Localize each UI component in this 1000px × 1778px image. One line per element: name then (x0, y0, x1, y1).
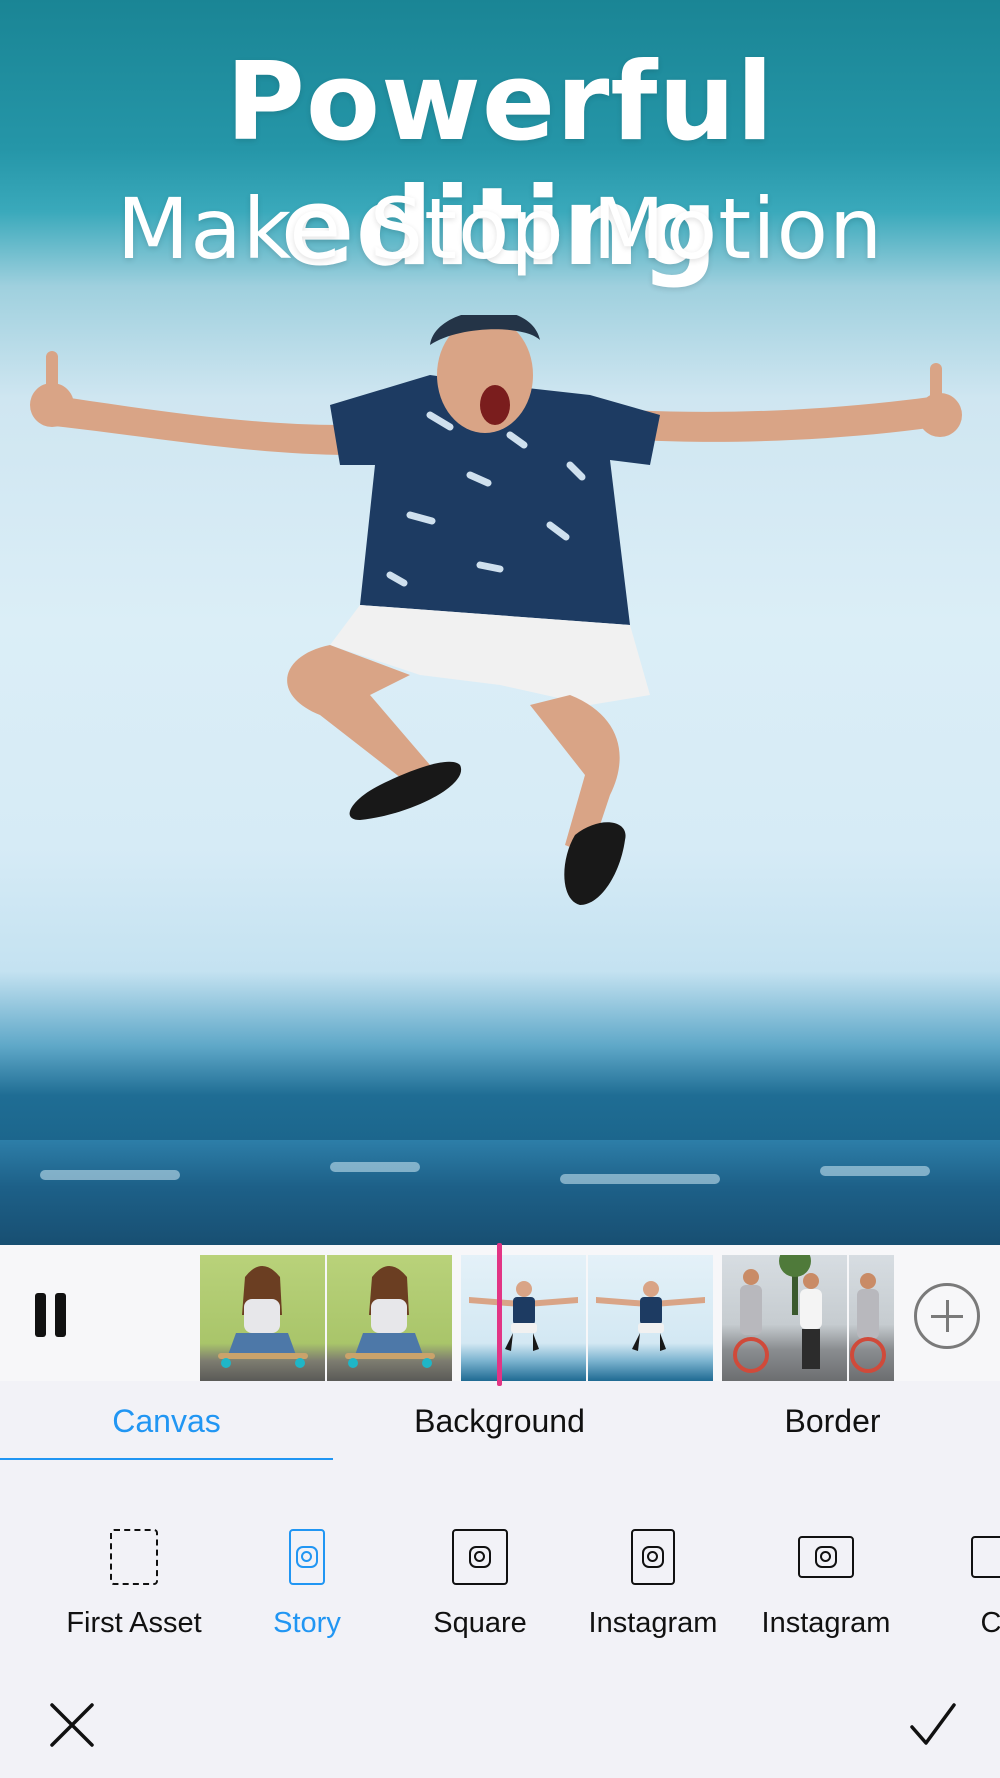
active-tab-indicator (0, 1458, 333, 1460)
cancel-button[interactable] (42, 1695, 102, 1755)
add-clip-button[interactable] (914, 1283, 980, 1349)
canvas-option-instagram-landscape[interactable]: Instagram (740, 1505, 912, 1655)
canvas-option-first-asset[interactable]: First Asset (48, 1505, 220, 1655)
timeline-clip[interactable] (200, 1255, 452, 1381)
instagram-story-icon (289, 1529, 325, 1585)
timeline-playhead[interactable] (497, 1243, 502, 1386)
instagram-landscape-icon (798, 1536, 854, 1578)
checkmark-icon (910, 1703, 956, 1745)
tab-background[interactable]: Background (333, 1381, 666, 1461)
sea-background (0, 1140, 1000, 1245)
timeline-clip[interactable] (722, 1255, 894, 1381)
subheadline: Make Stop Motion (116, 180, 884, 278)
instagram-portrait-icon (631, 1529, 675, 1585)
tab-canvas[interactable]: Canvas (0, 1381, 333, 1461)
canvas-option-square[interactable]: Square (394, 1505, 566, 1655)
canvas-option-cover[interactable]: Co (913, 1505, 1000, 1655)
cover-icon (971, 1536, 1000, 1578)
close-icon (50, 1703, 94, 1747)
pause-icon (35, 1293, 46, 1337)
jumping-man-photo (30, 315, 962, 905)
canvas-size-options: First Asset Story Square Instagram Insta… (0, 1505, 1000, 1655)
instagram-square-icon (452, 1529, 508, 1585)
dashed-frame-icon (110, 1529, 158, 1585)
tab-border[interactable]: Border (666, 1381, 999, 1461)
pause-button[interactable] (20, 1265, 86, 1361)
canvas-option-story[interactable]: Story (221, 1505, 393, 1655)
edit-tabs: Canvas Background Border (0, 1381, 1000, 1461)
done-button[interactable] (902, 1695, 962, 1755)
canvas-option-instagram-portrait[interactable]: Instagram (567, 1505, 739, 1655)
video-preview: Powerful editing Make Stop Motion (0, 0, 1000, 1245)
